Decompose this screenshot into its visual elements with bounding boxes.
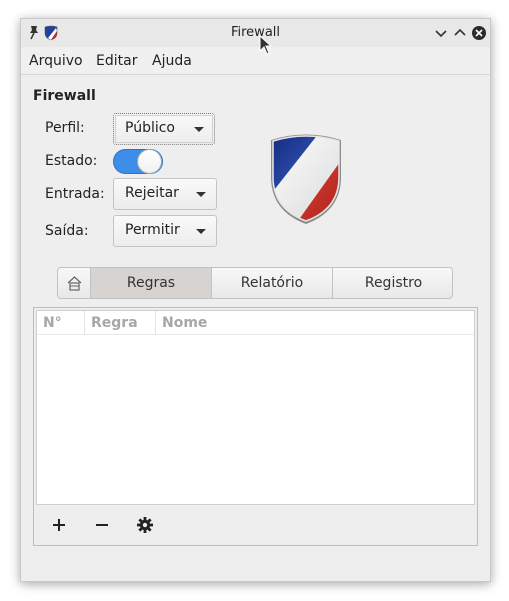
home-icon bbox=[67, 276, 82, 291]
tab-regras[interactable]: Regras bbox=[91, 268, 212, 298]
close-icon[interactable] bbox=[471, 25, 487, 41]
title-bar[interactable]: Firewall bbox=[21, 19, 490, 47]
dropdown-arrow-icon bbox=[196, 229, 206, 234]
firewall-window: Firewall Arquivo Editar Ajuda Firewall P… bbox=[20, 18, 491, 582]
outgoing-dropdown[interactable]: Permitir bbox=[113, 215, 217, 247]
incoming-label: Entrada: bbox=[45, 186, 105, 202]
gear-icon[interactable] bbox=[136, 516, 154, 534]
rules-table[interactable]: N° Regra Nome bbox=[36, 310, 475, 505]
cursor-icon bbox=[259, 35, 273, 55]
outgoing-label: Saída: bbox=[45, 223, 89, 239]
remove-rule-button[interactable] bbox=[93, 516, 111, 534]
dropdown-arrow-icon bbox=[196, 192, 206, 197]
section-title: Firewall bbox=[33, 88, 96, 104]
window-title: Firewall bbox=[230, 25, 281, 40]
menu-arquivo[interactable]: Arquivo bbox=[29, 53, 83, 69]
tab-relatorio[interactable]: Relatório bbox=[212, 268, 333, 298]
add-rule-button[interactable] bbox=[50, 516, 68, 534]
shield-logo-icon bbox=[271, 134, 341, 224]
menu-bar: Arquivo Editar Ajuda bbox=[21, 48, 490, 75]
column-header-name[interactable]: Nome bbox=[156, 311, 474, 335]
rules-panel: N° Regra Nome bbox=[33, 307, 478, 546]
chevron-down-icon[interactable] bbox=[433, 25, 449, 41]
outgoing-value: Permitir bbox=[125, 222, 180, 238]
dropdown-arrow-icon bbox=[194, 127, 204, 132]
status-label: Estado: bbox=[45, 153, 98, 169]
incoming-value: Rejeitar bbox=[125, 185, 179, 201]
tab-home[interactable] bbox=[58, 268, 91, 298]
chevron-up-icon[interactable] bbox=[452, 25, 468, 41]
profile-value: Público bbox=[125, 120, 175, 136]
incoming-dropdown[interactable]: Rejeitar bbox=[113, 178, 217, 210]
status-toggle[interactable] bbox=[113, 149, 163, 174]
column-header-number[interactable]: N° bbox=[37, 311, 85, 335]
menu-ajuda[interactable]: Ajuda bbox=[152, 53, 192, 69]
menu-editar[interactable]: Editar bbox=[96, 53, 137, 69]
view-tabs: Regras Relatório Registro bbox=[57, 267, 453, 299]
profile-dropdown[interactable]: Público bbox=[113, 113, 215, 145]
profile-label: Perfil: bbox=[45, 120, 85, 136]
toggle-knob bbox=[137, 149, 162, 174]
column-header-rule[interactable]: Regra bbox=[85, 311, 156, 335]
tab-registro[interactable]: Registro bbox=[333, 268, 452, 298]
